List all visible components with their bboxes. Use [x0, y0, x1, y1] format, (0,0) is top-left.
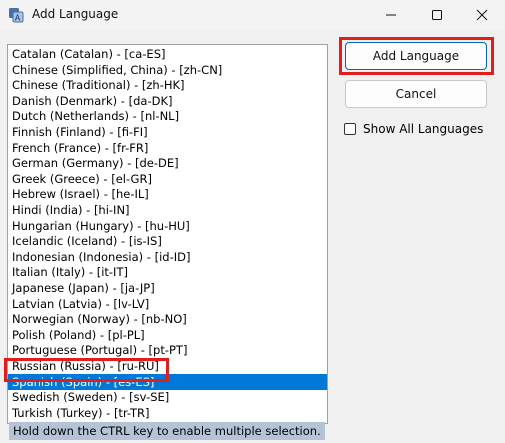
language-list-item[interactable]: Chinese (Traditional) - [zh-HK] [8, 77, 327, 93]
close-icon [476, 9, 488, 21]
language-list-item[interactable]: French (France) - [fr-FR] [8, 140, 327, 156]
translate-app-icon: A [9, 8, 24, 23]
show-all-languages-checkbox[interactable] [344, 123, 356, 135]
minimize-button[interactable] [368, 0, 414, 30]
language-list-item[interactable]: Turkish (Turkey) - [tr-TR] [8, 405, 327, 421]
language-list-item[interactable]: Catalan (Catalan) - [ca-ES] [8, 46, 327, 62]
language-list-item[interactable]: Finnish (Finland) - [fi-FI] [8, 124, 327, 140]
language-list-item[interactable]: Italian (Italy) - [it-IT] [8, 264, 327, 280]
language-list-item[interactable]: Chinese (Simplified, China) - [zh-CN] [8, 62, 327, 78]
maximize-icon [432, 10, 442, 20]
language-list-item[interactable]: Russian (Russia) - [ru-RU] [8, 358, 327, 374]
show-all-languages-option[interactable]: Show All Languages [344, 121, 483, 137]
language-list-item[interactable]: Dutch (Netherlands) - [nl-NL] [8, 108, 327, 124]
language-list-item[interactable]: Polish (Poland) - [pl-PL] [8, 327, 327, 343]
show-all-languages-label: Show All Languages [363, 122, 484, 136]
language-list-item[interactable]: Spanish (Spain) - [es-ES] [8, 373, 327, 390]
language-list-item[interactable]: Icelandic (Iceland) - [is-IS] [8, 233, 327, 249]
cancel-button-label: Cancel [395, 87, 437, 101]
language-listbox[interactable]: Catalan (Catalan) - [ca-ES] Chinese (Simp… [7, 44, 328, 424]
language-list-item[interactable]: Indonesian (Indonesia) - [id-ID] [8, 249, 327, 265]
language-list-item[interactable]: Greek (Greece) - [el-GR] [8, 171, 327, 187]
window-title: Add Language [32, 7, 119, 21]
language-list-item[interactable]: Swedish (Sweden) - [sv-SE] [8, 389, 327, 405]
minimize-icon [386, 14, 396, 16]
title-bar: A Add Language [0, 0, 505, 30]
language-list-item[interactable]: Latvian (Latvia) - [lv-LV] [8, 296, 327, 312]
maximize-button[interactable] [414, 0, 460, 30]
add-language-button[interactable]: Add Language [345, 42, 487, 70]
language-list-item[interactable]: German (Germany) - [de-DE] [8, 155, 327, 171]
multi-select-hint: Hold down the CTRL key to enable multipl… [9, 422, 325, 440]
svg-text:A: A [15, 14, 21, 23]
close-button[interactable] [459, 0, 505, 30]
add-language-button-label: Add Language [372, 49, 460, 63]
language-list-item[interactable]: Hungarian (Hungary) - [hu-HU] [8, 218, 327, 234]
language-list-item[interactable]: Portuguese (Portugal) - [pt-PT] [8, 342, 327, 358]
cancel-button[interactable]: Cancel [345, 80, 487, 108]
language-list-item[interactable]: Hindi (India) - [hi-IN] [8, 202, 327, 218]
language-list-item[interactable]: Hebrew (Israel) - [he-IL] [8, 186, 327, 202]
language-list-item[interactable]: Japanese (Japan) - [ja-JP] [8, 280, 327, 296]
language-list-item[interactable]: Danish (Denmark) - [da-DK] [8, 93, 327, 109]
language-list-item[interactable]: Norwegian (Norway) - [nb-NO] [8, 311, 327, 327]
